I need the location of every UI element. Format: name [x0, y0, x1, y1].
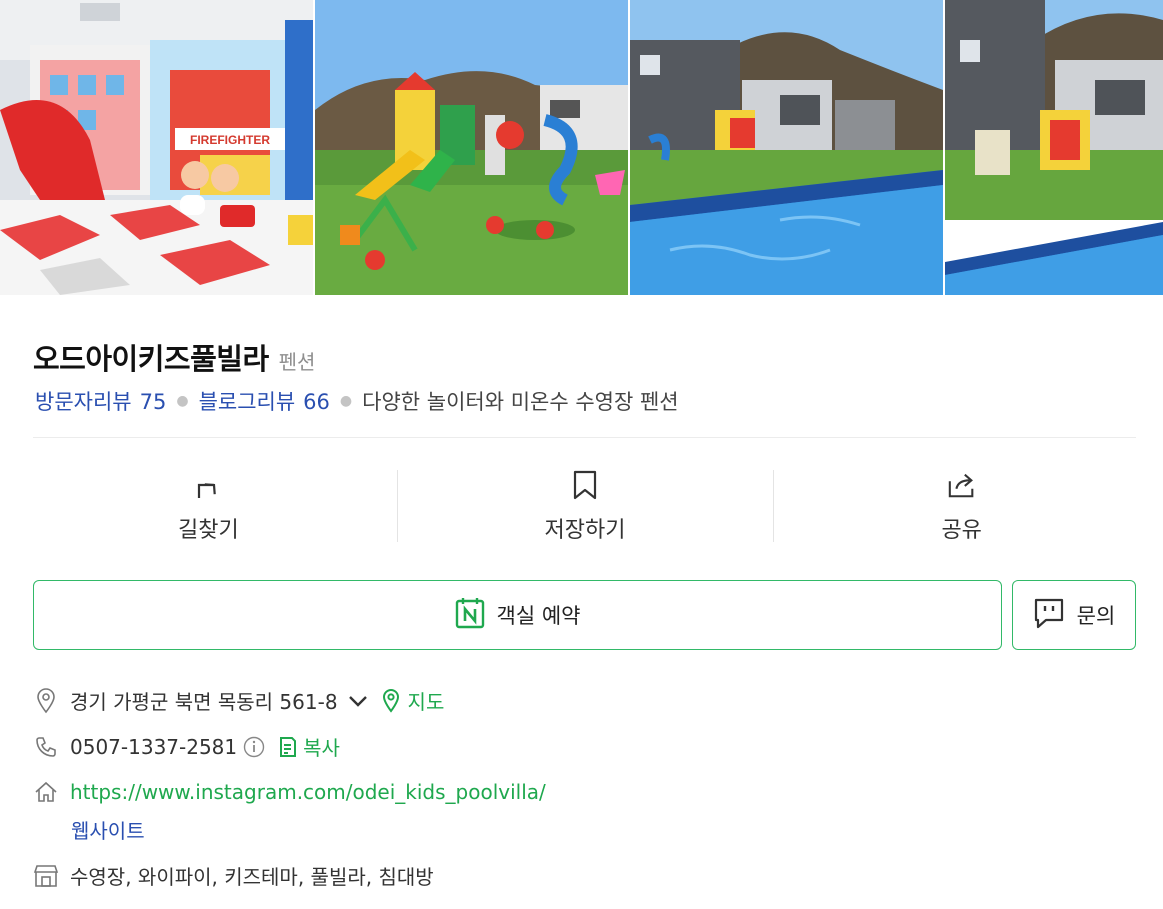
room-reservation-label: 객실 예약 [496, 604, 581, 628]
share-label: 공유 [941, 518, 982, 543]
save-label: 저장하기 [544, 518, 626, 543]
place-name: 오드아이키즈풀빌라 [33, 342, 269, 376]
separator-dot: ● [176, 393, 189, 409]
photo-building[interactable] [945, 0, 1163, 295]
home-icon [33, 779, 59, 805]
playground-photo [315, 0, 628, 295]
place-meta-row: 방문자리뷰 75 ● 블로그리뷰 66 ● 다양한 놀이터와 미온수 수영장 펜션 [35, 386, 679, 416]
location-pin-icon [33, 687, 59, 714]
amenities-row: 수영장, 와이파이, 키즈테마, 풀빌라, 침대방 [33, 861, 434, 890]
map-link[interactable]: 지도 [382, 686, 445, 715]
website-url-link[interactable]: https://www.instagram.com/odei_kids_pool… [70, 780, 546, 804]
photo-playground[interactable] [315, 0, 628, 295]
phone-row: 0507-1337-2581 복사 [33, 732, 340, 761]
phone-icon [33, 734, 59, 760]
room-reservation-button[interactable]: 객실 예약 [33, 580, 1002, 650]
website-row: https://www.instagram.com/odei_kids_pool… [33, 779, 546, 805]
directions-label: 길찾기 [177, 518, 239, 543]
share-button[interactable]: 공유 [773, 468, 1150, 544]
address-row: 경기 가평군 북면 목동리 561-8 지도 [33, 686, 444, 715]
place-title-row: 오드아이키즈풀빌라 펜션 [33, 336, 315, 378]
photo-kids-room[interactable]: FIREFIGHTER [0, 0, 313, 295]
store-icon [33, 863, 59, 889]
visitor-review-link[interactable]: 방문자리뷰 75 [35, 386, 166, 416]
place-description: 다양한 놀이터와 미온수 수영장 펜션 [362, 390, 679, 414]
directions-button[interactable]: 길찾기 [20, 468, 397, 544]
blog-review-count: 66 [303, 390, 330, 414]
inquiry-label: 문의 [1076, 604, 1116, 628]
share-icon [947, 468, 977, 502]
copy-button[interactable]: 복사 [279, 732, 340, 761]
pool-photo [630, 0, 943, 295]
inquiry-button[interactable]: 문의 [1012, 580, 1136, 650]
visitor-review-count: 75 [139, 390, 167, 414]
pool-building-photo [945, 0, 1163, 295]
kids-room-photo: FIREFIGHTER [0, 0, 313, 295]
photo-strip: FIREFIGHTER [0, 0, 1163, 295]
website-label-link[interactable]: 웹사이트 [71, 815, 145, 844]
separator-dot: ● [339, 393, 353, 409]
copy-label: 복사 [303, 736, 340, 760]
action-bar: 길찾기 저장하기 공유 [20, 468, 1150, 544]
place-category: 펜션 [278, 350, 316, 374]
save-button[interactable]: 저장하기 [396, 468, 774, 544]
blog-review-link[interactable]: 블로그리뷰 66 [199, 386, 330, 416]
naver-booking-icon [455, 597, 485, 633]
map-label: 지도 [407, 690, 445, 714]
website-row-2: 웹사이트 [71, 815, 145, 844]
address-text: 경기 가평군 북면 목동리 561-8 [70, 690, 338, 714]
photo-pool[interactable] [630, 0, 943, 295]
blog-review-label: 블로그리뷰 [198, 390, 296, 414]
divider [33, 437, 1136, 438]
visitor-review-label: 방문자리뷰 [35, 390, 132, 414]
chat-icon [1033, 597, 1065, 633]
map-pin-icon [382, 688, 399, 713]
copy-icon [280, 736, 297, 757]
info-icon[interactable] [243, 736, 265, 758]
phone-number[interactable]: 0507-1337-2581 [70, 735, 237, 759]
firefighter-sign: FIREFIGHTER [190, 133, 270, 147]
chevron-down-icon[interactable] [348, 694, 368, 708]
bookmark-icon [570, 468, 600, 502]
amenities-text: 수영장, 와이파이, 키즈테마, 풀빌라, 침대방 [70, 865, 434, 889]
directions-icon [193, 468, 223, 502]
